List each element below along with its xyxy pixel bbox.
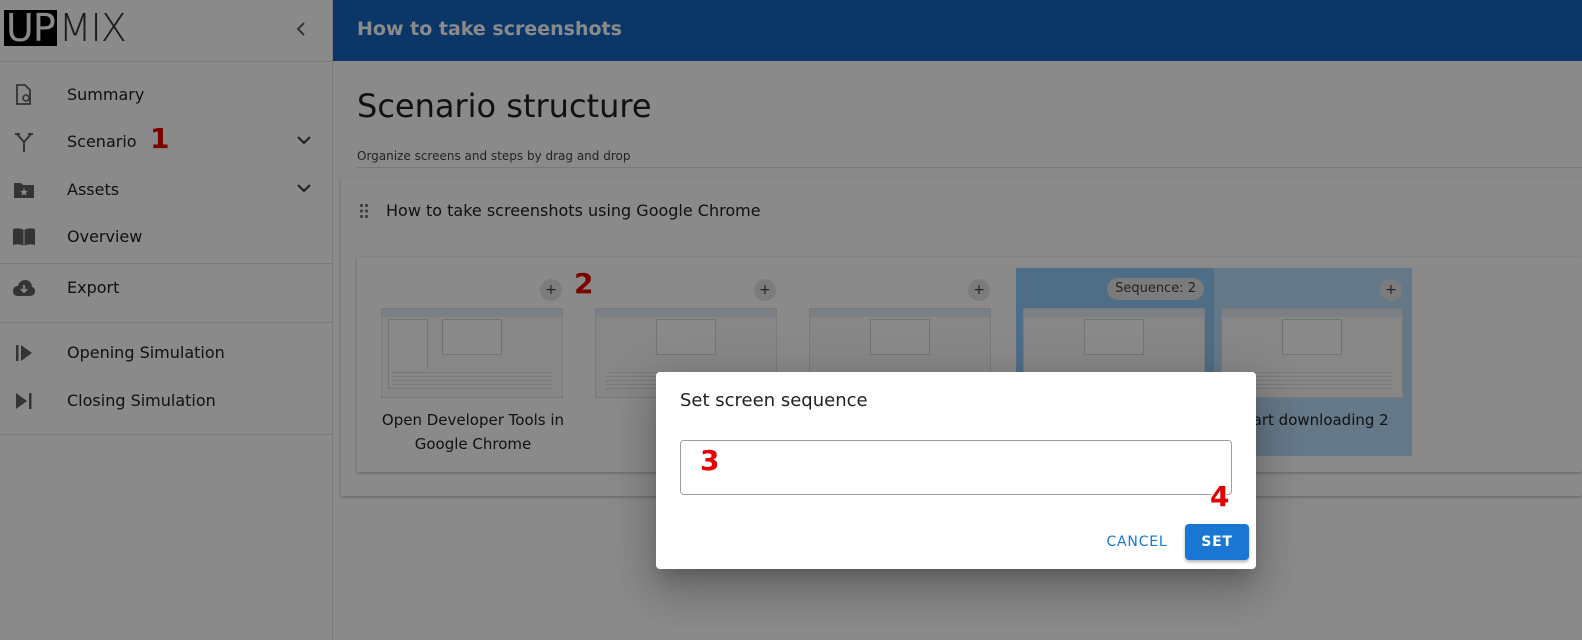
app-root: UP MIX Summary Scenario Assets Overview …	[0, 0, 1582, 640]
set-sequence-dialog: Set screen sequence 3 4 CANCEL SET	[656, 372, 1256, 569]
dialog-title: Set screen sequence	[680, 390, 868, 411]
annotation-marker-4: 4	[1210, 480, 1230, 513]
set-button[interactable]: SET	[1185, 524, 1249, 560]
sequence-input[interactable]	[680, 440, 1232, 495]
cancel-button[interactable]: CANCEL	[1105, 524, 1169, 560]
annotation-marker-3: 3	[700, 444, 720, 477]
